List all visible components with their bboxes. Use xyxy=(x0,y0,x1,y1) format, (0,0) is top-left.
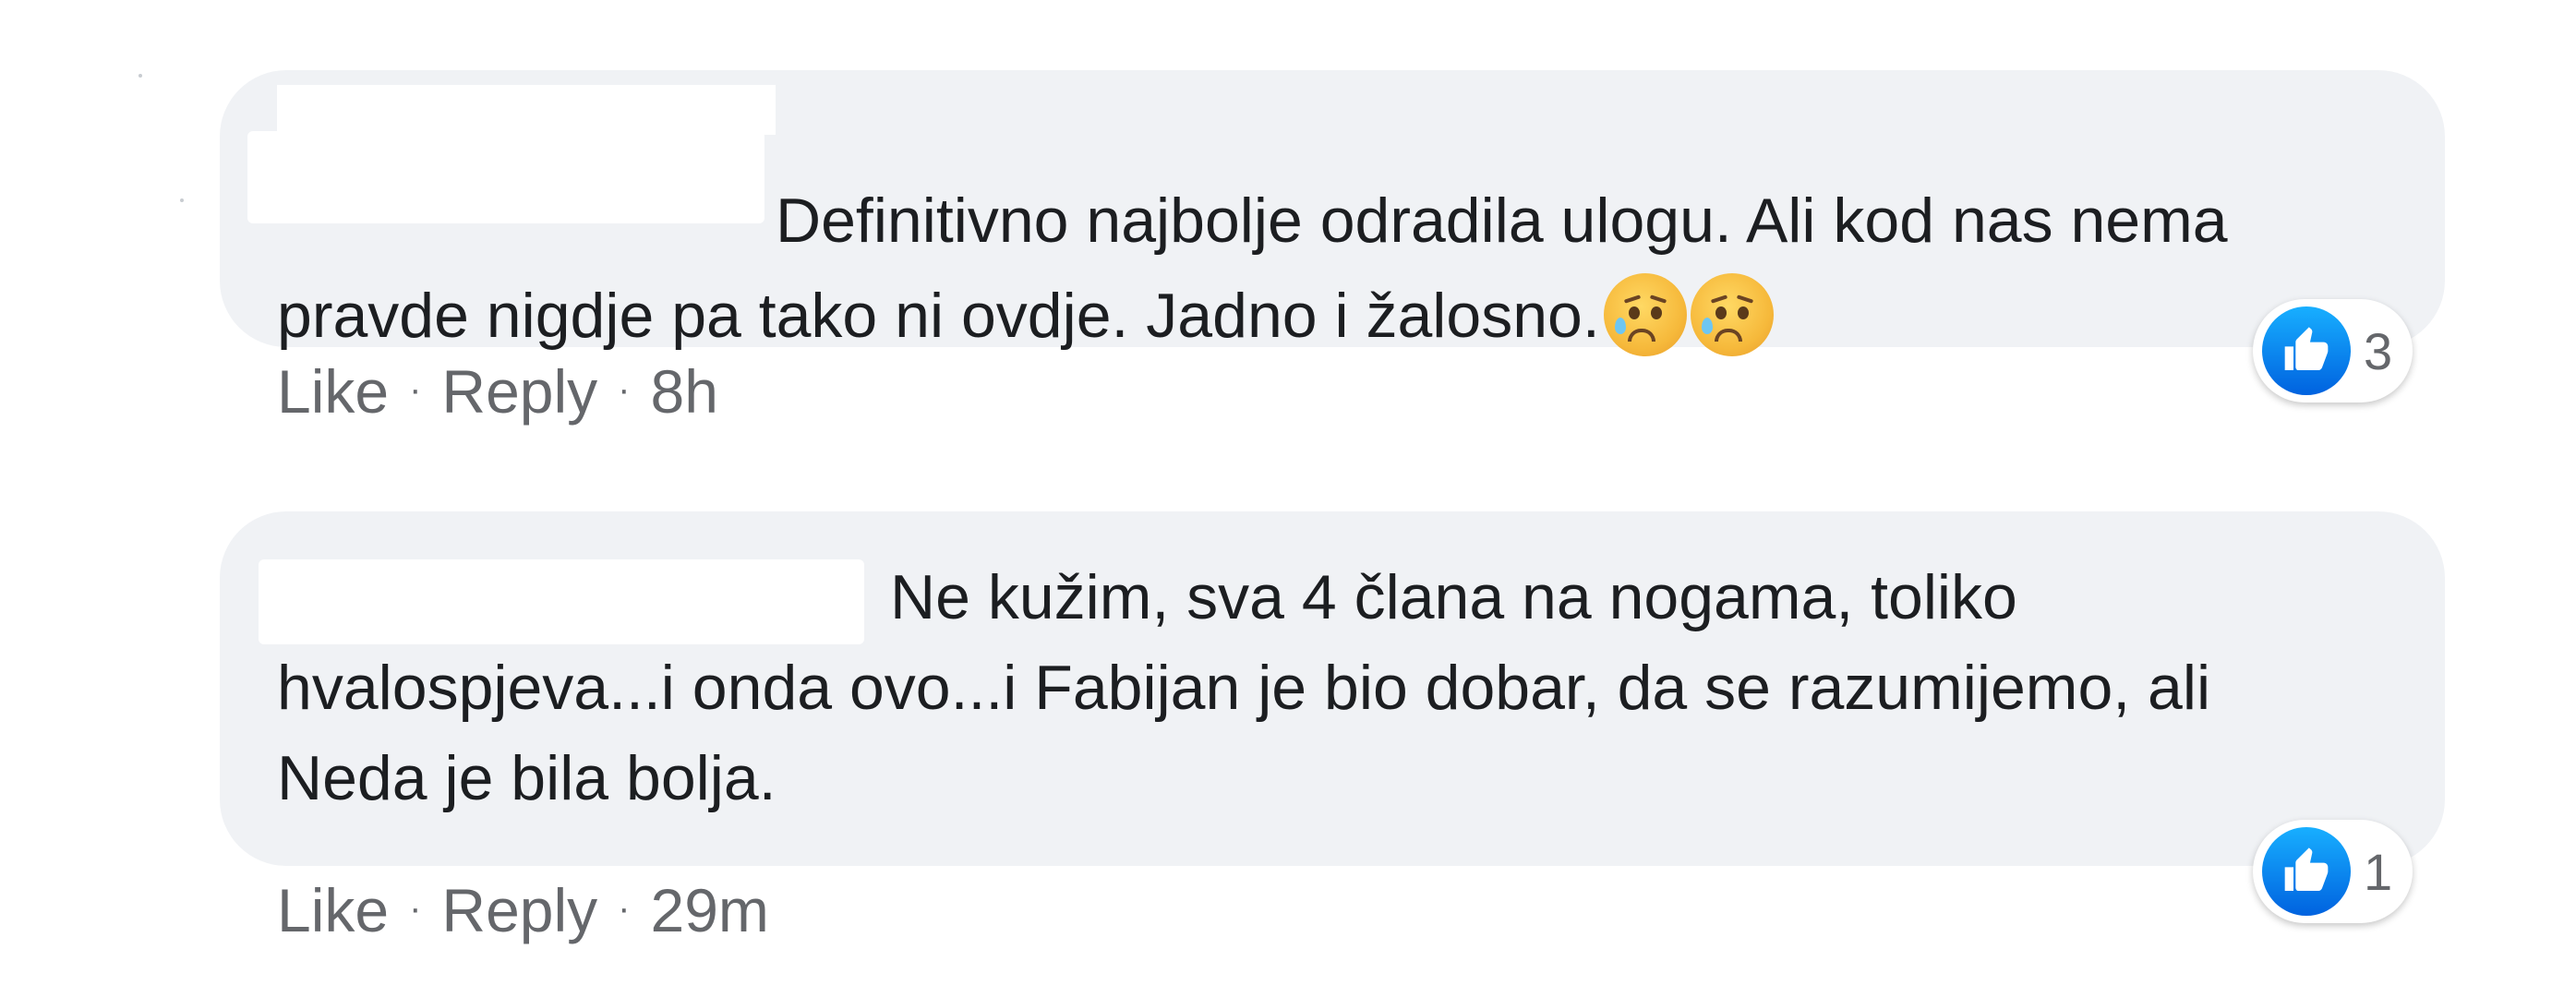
comment-bubble: Definitivno najbolje odradila ulogu. Ali… xyxy=(220,70,2445,357)
comment-actions: Like · Reply · 8h xyxy=(277,356,718,426)
thumbs-up-icon xyxy=(2262,827,2351,916)
thumbs-up-icon xyxy=(2262,306,2351,395)
redacted-author-name[interactable] xyxy=(277,85,776,135)
reply-link[interactable]: Reply xyxy=(441,876,597,944)
reply-link[interactable]: Reply xyxy=(441,357,597,426)
separator: · xyxy=(409,888,422,929)
sad-relieved-face-icon xyxy=(1690,273,1774,357)
separator: · xyxy=(618,369,631,410)
reaction-summary[interactable]: 1 xyxy=(2253,820,2413,923)
separator: · xyxy=(618,888,631,929)
background-speck xyxy=(138,74,142,78)
comment-actions: Like · Reply · 29m xyxy=(277,875,769,945)
timestamp-link[interactable]: 29m xyxy=(650,876,768,944)
reaction-count: 3 xyxy=(2364,321,2393,380)
reaction-count: 1 xyxy=(2364,842,2393,901)
background-speck xyxy=(180,198,184,202)
comment-bubble: Ne kužim, sva 4 člana na nogama, toliko … xyxy=(220,511,2445,866)
timestamp-link[interactable]: 8h xyxy=(650,357,717,426)
like-link[interactable]: Like xyxy=(277,357,389,426)
like-link[interactable]: Like xyxy=(277,876,389,944)
redacted-author-name[interactable] xyxy=(259,559,864,644)
reaction-summary[interactable]: 3 xyxy=(2253,299,2413,402)
author-spacer xyxy=(277,241,776,242)
redacted-author-name[interactable] xyxy=(247,131,764,223)
separator: · xyxy=(409,369,422,410)
sad-relieved-face-icon xyxy=(1603,273,1687,357)
